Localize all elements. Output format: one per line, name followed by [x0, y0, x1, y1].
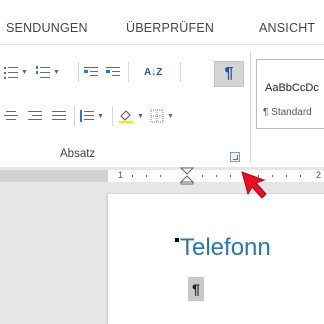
separator	[112, 106, 113, 126]
align-right-button[interactable]	[28, 105, 42, 127]
decrease-indent-button[interactable]	[84, 61, 98, 83]
chevron-down-icon: ▼	[167, 112, 174, 120]
ruler-number: 2	[316, 170, 322, 180]
left-margin	[0, 185, 108, 324]
document-page[interactable]: Telefonn ¶	[108, 194, 324, 324]
borders-button[interactable]: ▼	[150, 105, 174, 127]
separator	[128, 62, 129, 82]
ruler-tick	[230, 175, 231, 177]
indent-marker-icon[interactable]	[180, 167, 194, 185]
ruler-margin	[0, 170, 108, 182]
chevron-down-icon: ▼	[53, 68, 60, 76]
numbering-icon	[36, 66, 50, 78]
dialog-launcher-icon[interactable]	[230, 152, 240, 162]
shading-icon	[118, 109, 134, 123]
bullets-icon	[4, 66, 18, 79]
tab-ueberpruefen[interactable]: ÜBERPRÜFEN	[126, 21, 214, 35]
mouse-cursor-icon	[241, 171, 267, 199]
group-divider	[250, 51, 251, 163]
ruler-tick	[286, 175, 287, 177]
separator	[180, 62, 181, 82]
justify-button[interactable]	[52, 105, 66, 127]
ruler-tick	[132, 175, 133, 177]
chevron-down-icon: ▼	[137, 112, 144, 120]
show-formatting-button[interactable]: ¶	[214, 61, 244, 87]
tab-ansicht[interactable]: ANSICHT	[259, 21, 315, 35]
align-right-icon	[28, 110, 42, 122]
bullet-marker	[175, 238, 179, 242]
ruler-tick	[146, 175, 147, 177]
ruler-tick	[160, 175, 161, 177]
ruler-tick	[202, 175, 203, 177]
style-sample: AaBbCcDc	[265, 82, 319, 94]
bullets-button[interactable]: ▼	[4, 61, 28, 83]
ruler-number: 1	[118, 170, 124, 180]
document-heading[interactable]: Telefonn	[180, 234, 271, 262]
justify-icon	[52, 110, 66, 122]
shading-button[interactable]: ▼	[118, 105, 144, 127]
show-formatting-icon: ¶	[224, 65, 234, 82]
separator	[74, 106, 75, 126]
paragraph-mark: ¶	[188, 277, 204, 301]
ruler-tick	[300, 175, 301, 177]
horizontal-ruler[interactable]: 1 2	[0, 167, 324, 185]
styles-gallery[interactable]: AaBbCcDc ¶ Standard	[256, 59, 324, 129]
center-icon	[4, 110, 18, 122]
separator	[78, 62, 79, 82]
borders-icon	[150, 109, 164, 123]
line-spacing-button[interactable]: ▼	[80, 105, 104, 127]
numbering-button[interactable]: ▼	[36, 61, 60, 83]
sort-icon: A↓Z	[144, 66, 163, 78]
decrease-indent-icon	[84, 66, 98, 78]
document-area: 1 2 Telefonn ¶	[0, 167, 324, 324]
chevron-down-icon: ▼	[97, 112, 104, 120]
line-spacing-icon	[80, 110, 94, 122]
style-name: ¶ Standard	[263, 107, 312, 118]
group-label-absatz: Absatz	[60, 148, 96, 160]
ruler-tick	[216, 175, 217, 177]
chevron-down-icon: ▼	[21, 68, 28, 76]
ribbon-tab-bar: SENDUNGEN ÜBERPRÜFEN ANSICHT	[0, 0, 324, 44]
sort-button[interactable]: A↓Z	[144, 61, 162, 83]
increase-indent-button[interactable]	[106, 61, 120, 83]
ribbon-paragraph-group: ▼ ▼ A↓Z ¶ ▼ ▼ ▼ Absatz AaBbCcDc ¶ Standa…	[0, 44, 324, 168]
align-center-button[interactable]	[4, 105, 18, 127]
increase-indent-icon	[106, 66, 120, 78]
tab-sendungen[interactable]: SENDUNGEN	[6, 21, 88, 35]
